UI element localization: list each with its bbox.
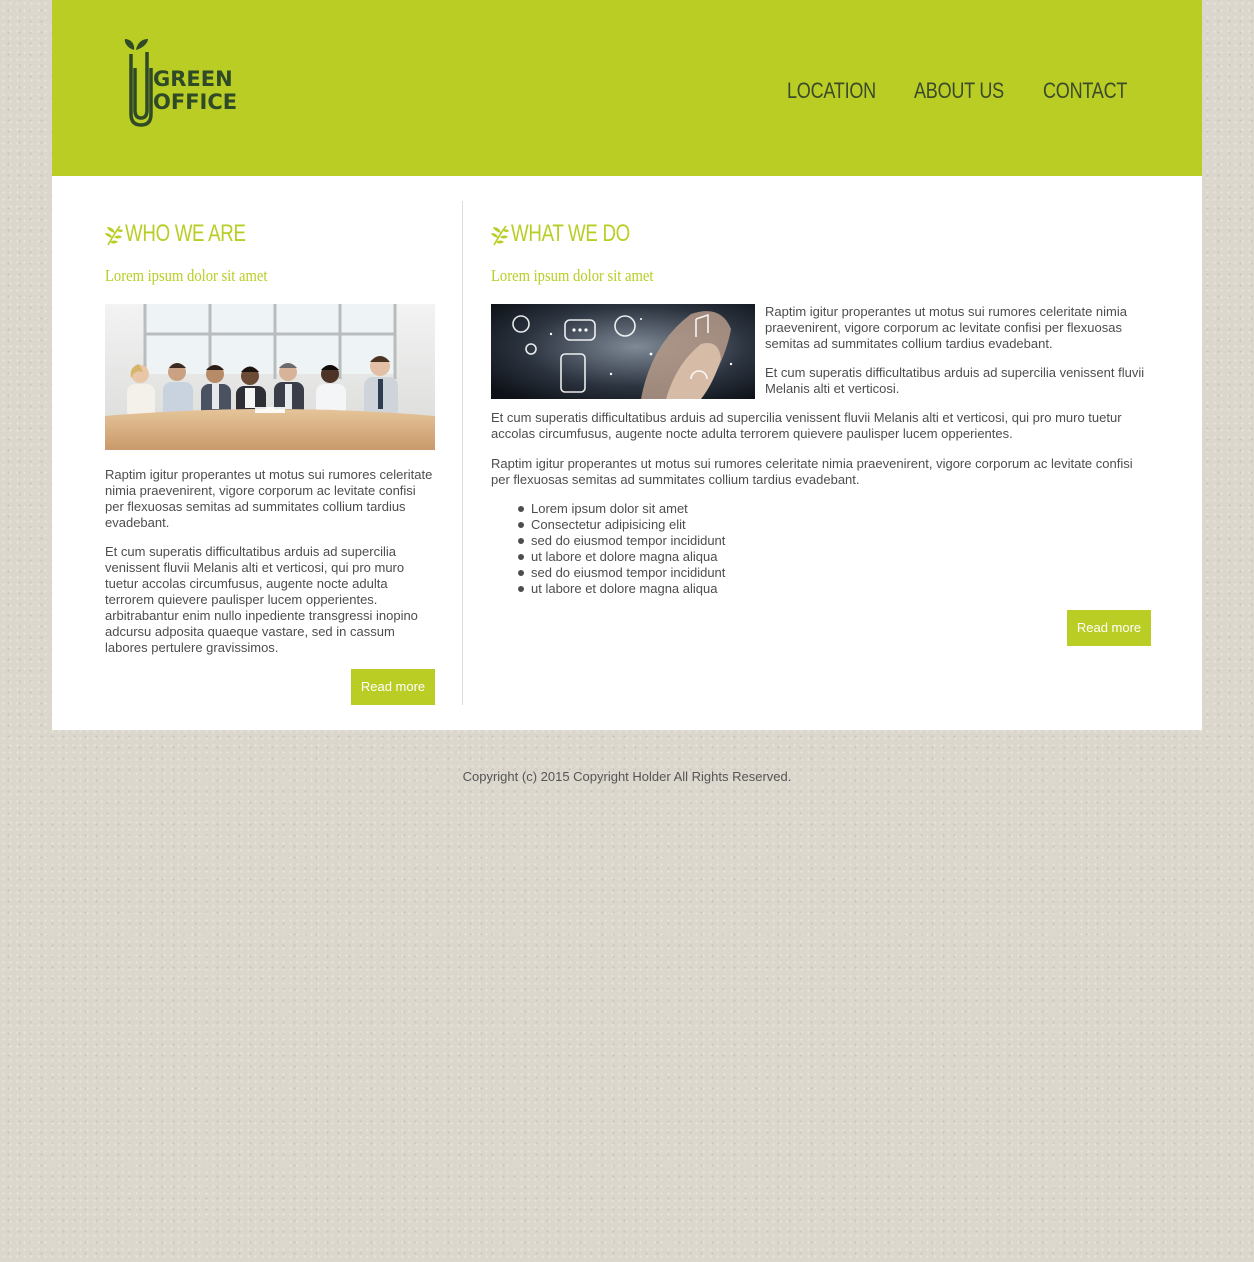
logo-line-office: OFFICE	[153, 90, 238, 114]
column-divider	[462, 201, 463, 705]
logo-text: GREEN OFFICE	[153, 68, 237, 114]
list-item: sed do eiusmod tempor incididunt	[517, 565, 725, 581]
paragraph: Raptim igitur properantes ut motus sui r…	[491, 456, 1133, 487]
paragraph: Et cum superatis difficultatibus arduis …	[491, 410, 1122, 441]
paragraph: Raptim igitur properantes ut motus sui r…	[105, 467, 433, 530]
site-header: GREEN OFFICE LOCATION ABOUT US CONTACT	[52, 0, 1202, 176]
what-we-do-body: Et cum superatis difficultatibus arduis …	[491, 410, 1151, 488]
section-title: WHO WE ARE	[125, 220, 246, 247]
nav-contact[interactable]: CONTACT	[1043, 78, 1127, 104]
read-more-button[interactable]: Read more	[351, 669, 435, 705]
section-title: WHAT WE DO	[511, 220, 630, 247]
list-item: Consectetur adipisicing elit	[517, 517, 725, 533]
main-content: WHO WE ARE Lorem ipsum dolor sit amet Ra…	[52, 176, 1202, 730]
paragraph: Et cum superatis difficultatibus arduis …	[765, 365, 1145, 396]
section-subtitle: Lorem ipsum dolor sit amet	[491, 266, 654, 285]
logo[interactable]: GREEN OFFICE	[121, 38, 241, 130]
nav-about-us[interactable]: ABOUT US	[914, 78, 1004, 104]
logo-line-green: GREEN	[153, 67, 233, 91]
list-item: Lorem ipsum dolor sit amet	[517, 501, 725, 517]
team-meeting-image	[105, 304, 435, 450]
list-item: sed do eiusmod tempor incididunt	[517, 533, 725, 549]
leaf-icon	[491, 225, 509, 246]
leaf-icon	[105, 225, 123, 246]
who-we-are-body: Raptim igitur properantes ut motus sui r…	[105, 467, 435, 656]
list-item: ut labore et dolore magna aliqua	[517, 549, 725, 565]
touch-technology-image	[491, 304, 755, 399]
paragraph: Raptim igitur properantes ut motus sui r…	[765, 304, 1127, 351]
section-subtitle: Lorem ipsum dolor sit amet	[105, 266, 268, 285]
nav-location[interactable]: LOCATION	[787, 78, 876, 104]
feature-list: Lorem ipsum dolor sit amet Consectetur a…	[517, 501, 725, 597]
what-we-do-side-text: Raptim igitur properantes ut motus sui r…	[765, 304, 1151, 397]
paragraph: Et cum superatis difficultatibus arduis …	[105, 544, 418, 655]
read-more-button[interactable]: Read more	[1067, 610, 1151, 646]
footer-copyright: Copyright (c) 2015 Copyright Holder All …	[462, 769, 792, 784]
list-item: ut labore et dolore magna aliqua	[517, 581, 725, 597]
